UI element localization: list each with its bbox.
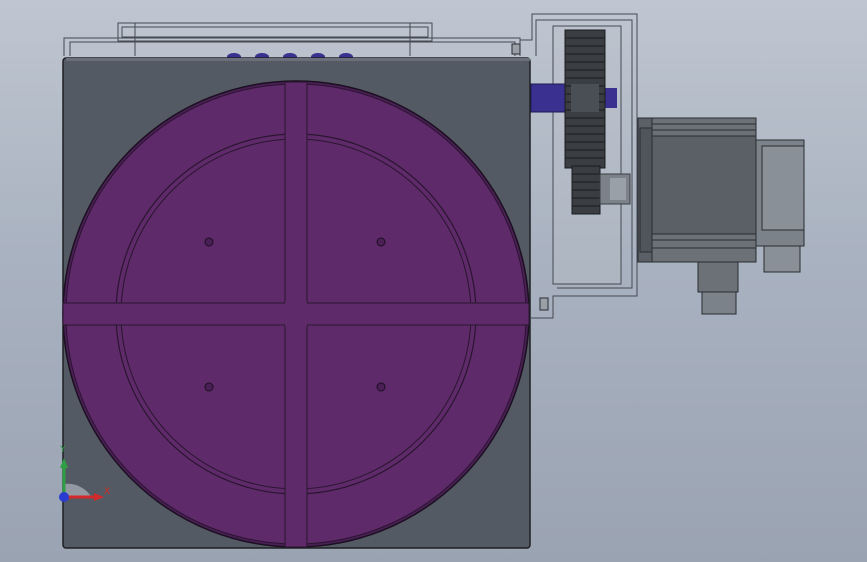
x-axis-label: X [104,487,110,497]
large-gear [564,29,606,169]
top-cover [63,22,521,56]
motor-encoder [755,139,805,273]
servo-motor [637,117,757,263]
motor-connector [697,261,739,315]
fitting [539,297,549,311]
rotary-table [62,80,530,548]
cad-viewport[interactable]: Y X [0,0,867,562]
cad-drawing: Y X [59,13,805,549]
drive-shaft [530,83,566,113]
fitting [511,43,521,55]
y-axis-label: Y [59,445,66,455]
